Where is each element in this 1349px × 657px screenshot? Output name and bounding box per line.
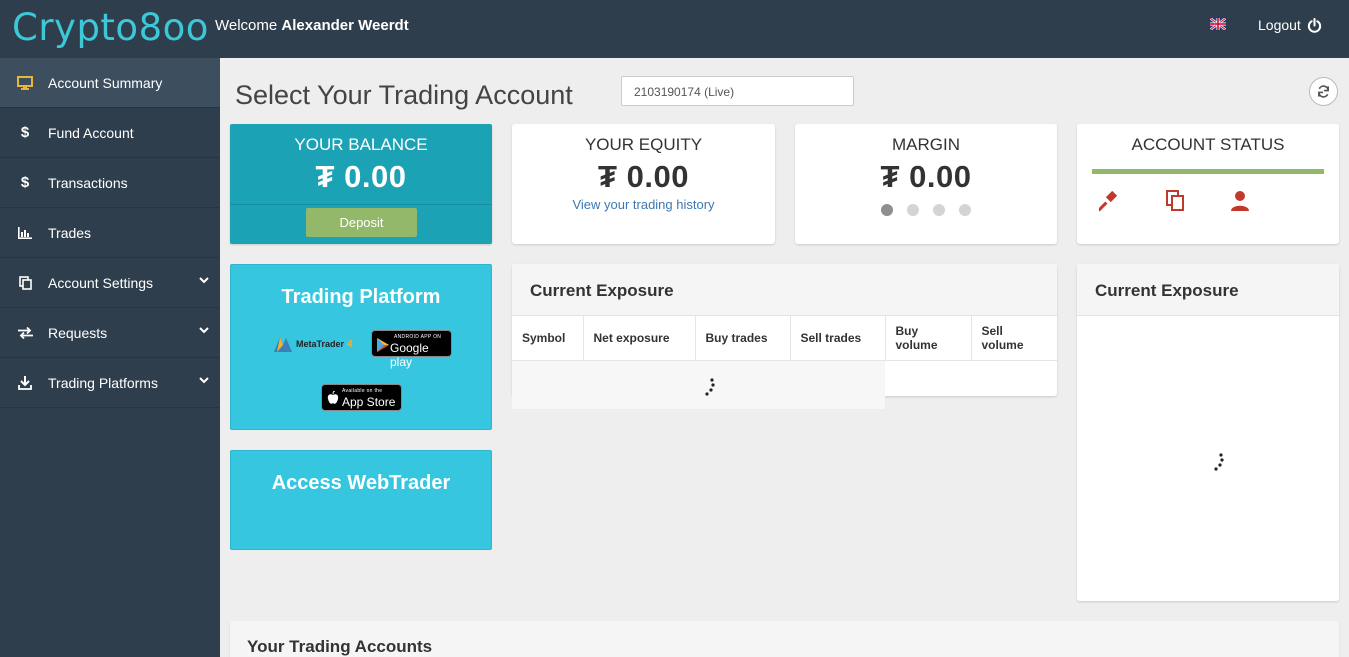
google-play-title: Google play [390, 341, 429, 369]
balance-card: YOUR BALANCE ₮ 0.00 Deposit [230, 124, 492, 244]
exchange-icon [0, 326, 48, 339]
bar-chart-icon [0, 226, 48, 239]
copy-icon [0, 275, 48, 290]
apple-icon [327, 391, 339, 404]
equity-title: YOUR EQUITY [584, 135, 703, 154]
welcome-prefix: Welcome [215, 17, 278, 34]
column-header[interactable]: Sell volume [971, 316, 1057, 361]
sidebar-item-label: Trading Platforms [48, 374, 158, 391]
current-exposure-title: Current Exposure [1077, 264, 1339, 316]
account-status-title: ACCOUNT STATUS [1131, 135, 1285, 154]
dollar-icon: $ [20, 124, 30, 141]
refresh-button[interactable] [1309, 77, 1338, 106]
logo[interactable]: Crypto8oo [12, 6, 209, 49]
margin-card: MARGIN ₮ 0.00 [795, 124, 1057, 244]
monitor-icon [0, 75, 48, 90]
logout-button[interactable]: Logout [1258, 17, 1322, 33]
sidebar-item-label: Account Settings [48, 274, 154, 291]
sidebar-item-label: Account Summary [48, 74, 163, 91]
column-header[interactable]: Symbol [512, 316, 584, 361]
chevron-down-icon [199, 277, 209, 284]
page-title: Select Your Trading Account [235, 80, 573, 110]
webtrader-panel[interactable]: Access WebTrader [230, 450, 492, 550]
deposit-button[interactable]: Deposit [306, 208, 417, 237]
trading-accounts-title: Your Trading Accounts [247, 637, 433, 656]
current-exposure-title: Current Exposure [512, 264, 1057, 316]
sidebar-item-requests[interactable]: Requests [0, 308, 220, 358]
metatrader-version: 4 [347, 338, 353, 350]
loading-spinner-icon [1214, 453, 1224, 471]
sidebar-item-transactions[interactable]: $ Transactions [0, 158, 220, 208]
current-exposure-chart-panel: Current Exposure [1077, 264, 1339, 601]
table-row [512, 361, 885, 409]
metatrader-logo-icon [274, 337, 292, 352]
documents-icon[interactable] [1165, 190, 1185, 217]
trading-accounts-panel: Your Trading Accounts [230, 621, 1339, 657]
google-play-subtitle: ANDROID APP ON [394, 334, 442, 340]
gavel-icon[interactable] [1097, 190, 1121, 217]
sidebar-item-account-summary[interactable]: Account Summary [0, 58, 220, 108]
sidebar-item-fund-account[interactable]: $ Fund Account [0, 108, 220, 158]
equity-card: YOUR EQUITY ₮ 0.00 View your trading his… [512, 124, 775, 244]
loading-spinner-icon [705, 378, 715, 396]
sidebar-item-account-settings[interactable]: Account Settings [0, 258, 220, 308]
app-store-subtitle: Available on the [342, 388, 383, 394]
column-header[interactable]: Buy trades [695, 316, 791, 361]
column-header[interactable]: Sell trades [790, 316, 886, 361]
sidebar: Account Summary $ Fund Account $ Transac… [0, 58, 220, 657]
uk-flag-icon[interactable] [1210, 18, 1226, 30]
user-icon[interactable] [1230, 190, 1250, 217]
margin-value: ₮ 0.00 [880, 159, 972, 194]
column-header[interactable]: Net exposure [583, 316, 696, 361]
carousel-dot[interactable] [881, 204, 893, 216]
sidebar-item-trading-platforms[interactable]: Trading Platforms [0, 358, 220, 408]
current-exposure-panel: Current Exposure Symbol Net exposure Buy… [512, 264, 1057, 409]
user-name: Alexander Weerdt [281, 17, 409, 34]
logout-label: Logout [1258, 17, 1301, 33]
trading-history-link[interactable]: View your trading history [512, 197, 775, 212]
metatrader-label: MetaTrader [296, 339, 345, 349]
exposure-table-body [512, 361, 1057, 409]
table-header-row: Symbol Net exposure Buy trades Sell trad… [512, 316, 1057, 361]
top-bar: Crypto8oo Welcome Alexander Weerdt Logou… [0, 0, 1349, 58]
play-store-icon [377, 338, 389, 352]
webtrader-title: Access WebTrader [271, 472, 451, 494]
account-status-card: ACCOUNT STATUS [1077, 124, 1339, 244]
trading-platform-panel: Trading Platform MetaTrader 4 ANDROID AP… [230, 264, 492, 430]
welcome-message: Welcome Alexander Weerdt [215, 17, 409, 34]
power-icon [1307, 17, 1321, 33]
carousel-dots [881, 204, 971, 216]
divider [230, 204, 492, 205]
column-header[interactable]: Buy volume [885, 316, 972, 361]
equity-value: ₮ 0.00 [598, 159, 689, 194]
sidebar-item-label: Fund Account [48, 124, 134, 141]
sidebar-item-label: Transactions [48, 174, 128, 191]
trading-platform-title: Trading Platform [281, 286, 441, 308]
sidebar-item-label: Requests [48, 324, 108, 341]
dollar-icon: $ [20, 174, 30, 191]
metatrader-link[interactable]: MetaTrader 4 [273, 335, 353, 353]
status-progress-bar [1092, 169, 1324, 174]
carousel-dot[interactable] [959, 204, 971, 216]
download-icon [0, 375, 48, 390]
margin-title: MARGIN [892, 135, 960, 154]
app-store-title: App Store [342, 395, 396, 409]
carousel-dot[interactable] [933, 204, 945, 216]
carousel-dot[interactable] [907, 204, 919, 216]
exposure-table: Symbol Net exposure Buy trades Sell trad… [512, 316, 1057, 361]
chevron-down-icon [199, 377, 209, 384]
sidebar-item-label: Trades [48, 224, 92, 241]
balance-title: YOUR BALANCE [294, 135, 428, 154]
refresh-icon [1318, 85, 1329, 98]
account-select[interactable]: 2103190174 (Live) [621, 76, 854, 106]
balance-value: ₮ 0.00 [315, 159, 407, 194]
chevron-down-icon [199, 327, 209, 334]
app-store-badge[interactable]: Available on the App Store [321, 384, 402, 411]
sidebar-item-trades[interactable]: Trades [0, 208, 220, 258]
google-play-badge[interactable]: ANDROID APP ON Google play [371, 330, 452, 369]
